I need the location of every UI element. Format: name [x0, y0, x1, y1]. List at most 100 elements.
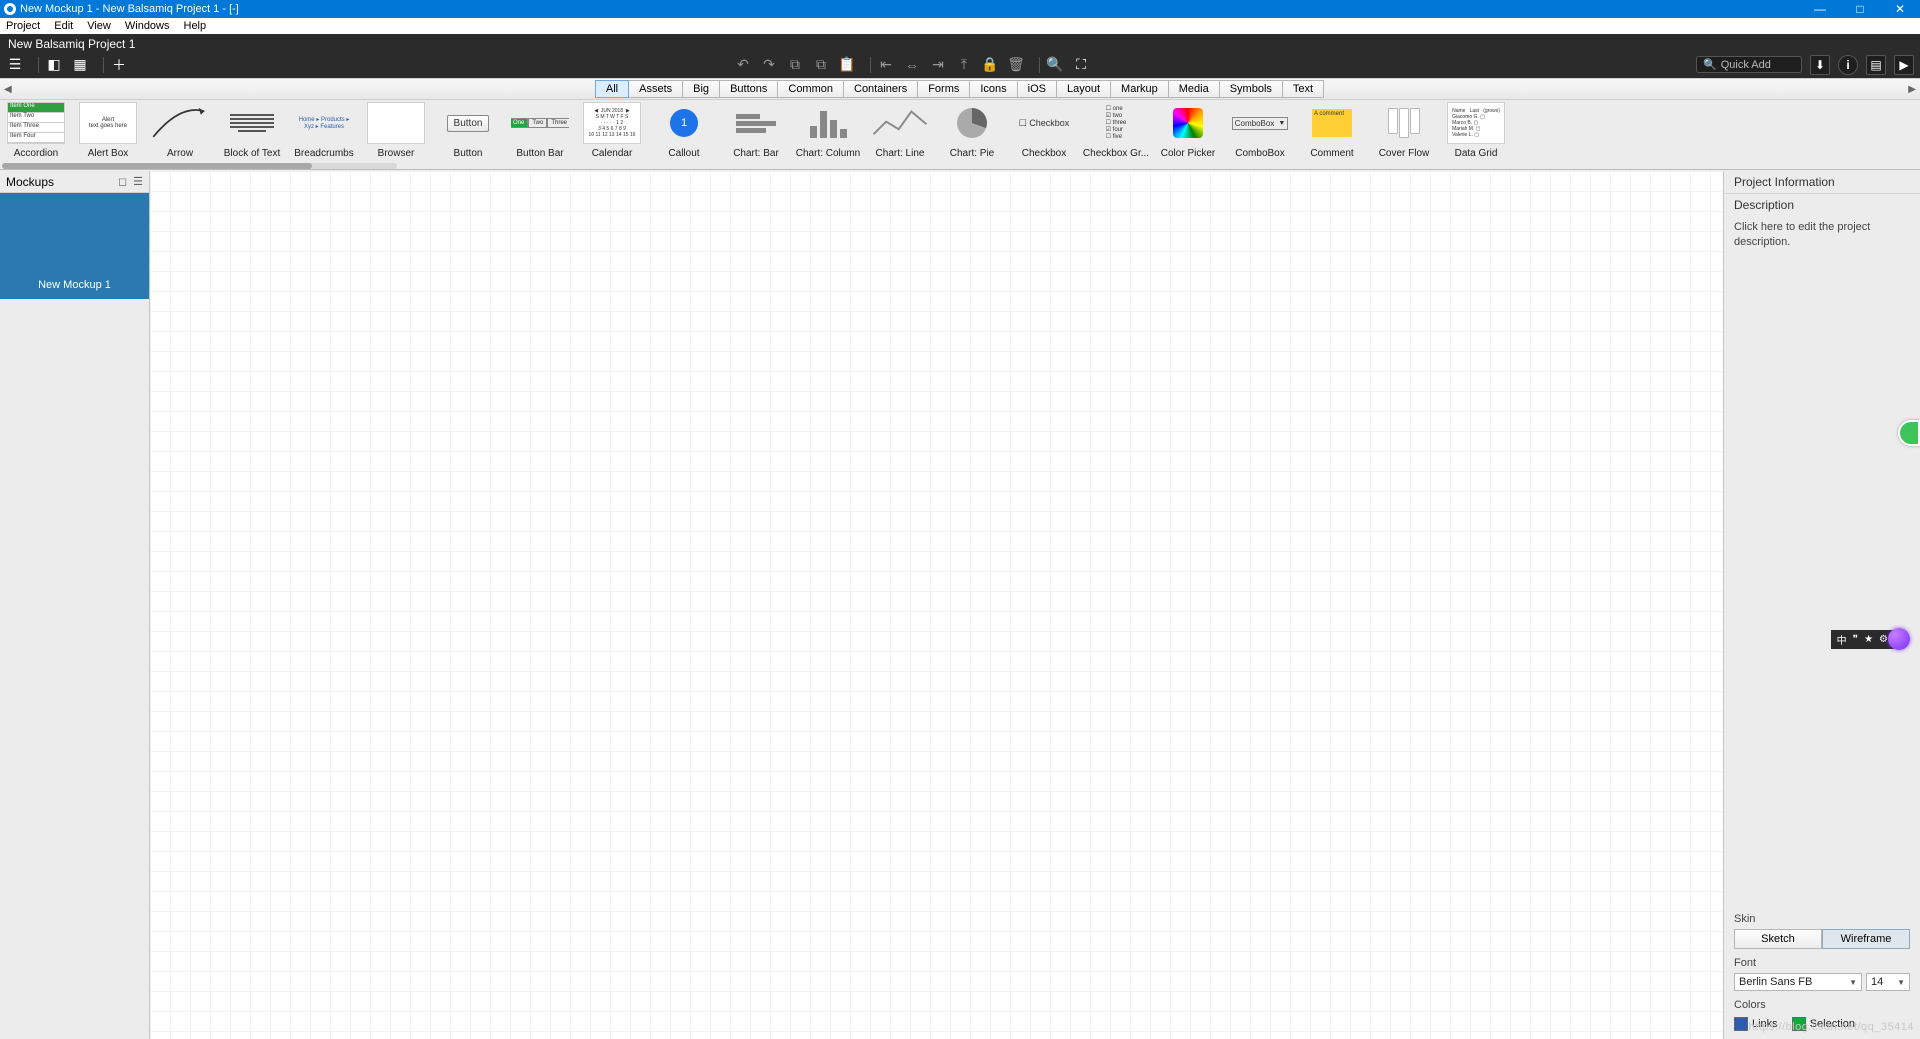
font-size-select[interactable]: 14 [1866, 973, 1910, 991]
panel-menu-icon[interactable]: ☰ [133, 175, 143, 188]
category-bar: ◀ All Assets Big Buttons Common Containe… [0, 78, 1920, 100]
quick-add-input[interactable]: 🔍 Quick Add [1696, 56, 1802, 73]
ui-library: Item OneItem TwoItem ThreeItem FourAccor… [0, 100, 1920, 170]
inspector-panel: Project Information Description Click he… [1724, 171, 1920, 1039]
add-mockup-icon[interactable]: ＋ [110, 56, 128, 74]
tab-icons[interactable]: Icons [969, 80, 1017, 98]
description-field[interactable]: Click here to edit the project descripti… [1724, 216, 1920, 258]
selection-color[interactable]: Selection [1792, 1017, 1855, 1031]
mockup-item[interactable]: New Mockup 1 [0, 193, 149, 299]
align-center-icon[interactable]: ⇔ [903, 56, 921, 74]
info-icon[interactable]: i [1838, 55, 1858, 75]
tab-media[interactable]: Media [1168, 80, 1220, 98]
floating-toolbar[interactable]: 中❞★⚙ [1831, 628, 1910, 650]
tab-common[interactable]: Common [777, 80, 844, 98]
copy-icon[interactable]: ⧉ [786, 56, 804, 74]
library-scrollbar[interactable] [2, 163, 397, 169]
tab-containers[interactable]: Containers [843, 80, 918, 98]
clipboard-icon[interactable]: 📋 [838, 56, 856, 74]
redo-icon[interactable]: ↷ [760, 56, 778, 74]
hamburger-icon[interactable]: ☰ [6, 56, 24, 74]
present-icon[interactable]: ▶ [1894, 55, 1914, 75]
tab-text[interactable]: Text [1282, 80, 1324, 98]
lib-chartline[interactable]: Chart: Line [864, 102, 936, 169]
lib-chartpie[interactable]: Chart: Pie [936, 102, 1008, 169]
lib-alertbox[interactable]: Alerttext goes hereAlert Box [72, 102, 144, 169]
lock-icon[interactable]: 🔒 [981, 56, 999, 74]
minimize-button[interactable]: — [1800, 0, 1840, 18]
undo-icon[interactable]: ↶ [734, 56, 752, 74]
export-icon[interactable]: ⬇ [1810, 55, 1830, 75]
tab-symbols[interactable]: Symbols [1219, 80, 1283, 98]
lib-combobox[interactable]: ComboBoxComboBox [1224, 102, 1296, 169]
menu-view[interactable]: View [87, 20, 111, 32]
links-color[interactable]: Links [1734, 1017, 1778, 1031]
app-icon [4, 3, 16, 15]
scroll-right-icon[interactable]: ▶ [1908, 84, 1916, 95]
align-left-icon[interactable]: ⇤ [877, 56, 895, 74]
fit-icon[interactable]: ⛶ [1072, 56, 1090, 74]
tab-assets[interactable]: Assets [628, 80, 683, 98]
lib-accordion[interactable]: Item OneItem TwoItem ThreeItem FourAccor… [0, 102, 72, 169]
font-family-select[interactable]: Berlin Sans FB [1734, 973, 1862, 991]
canvas[interactable] [150, 171, 1724, 1039]
paste-icon[interactable]: ⧉ [812, 56, 830, 74]
skin-sketch[interactable]: Sketch [1734, 929, 1822, 949]
separator [870, 57, 871, 73]
lib-buttonbar[interactable]: OneTwoThreeButton Bar [504, 102, 576, 169]
search-icon: 🔍 [1703, 58, 1717, 71]
quick-add-placeholder: Quick Add [1721, 59, 1771, 71]
menu-windows[interactable]: Windows [125, 20, 170, 32]
lib-comment[interactable]: A commentComment [1296, 102, 1368, 169]
trash-icon[interactable]: 🗑 [1007, 56, 1025, 74]
lib-checkbox[interactable]: ☐ CheckboxCheckbox [1008, 102, 1080, 169]
lib-blocktext[interactable]: Block of Text [216, 102, 288, 169]
menu-edit[interactable]: Edit [54, 20, 73, 32]
lib-calendar[interactable]: ◀ JUN 2018 ▶S M T W T F S· · · · · 1 23 … [576, 102, 648, 169]
lib-callout[interactable]: 1Callout [648, 102, 720, 169]
lib-chartbar[interactable]: Chart: Bar [720, 102, 792, 169]
grid-view-icon[interactable]: ▦ [71, 56, 89, 74]
skin-label: Skin [1734, 913, 1910, 925]
maximize-button[interactable]: □ [1840, 0, 1880, 18]
notes-icon[interactable]: ▤ [1866, 55, 1886, 75]
tab-layout[interactable]: Layout [1056, 80, 1111, 98]
lib-chartcolumn[interactable]: Chart: Column [792, 102, 864, 169]
tab-ios[interactable]: iOS [1017, 80, 1057, 98]
menu-help[interactable]: Help [184, 20, 207, 32]
tab-markup[interactable]: Markup [1110, 80, 1169, 98]
panels-view-icon[interactable]: ◧ [45, 56, 63, 74]
lib-checkboxgroup[interactable]: ☐ one☑ two☐ three☑ four☐ fiveCheckbox Gr… [1080, 102, 1152, 169]
lib-browser[interactable]: Browser [360, 102, 432, 169]
separator [38, 57, 39, 73]
skin-toggle: Sketch Wireframe [1734, 929, 1910, 949]
tab-all[interactable]: All [595, 80, 629, 98]
tab-buttons[interactable]: Buttons [719, 80, 778, 98]
titlebar: New Mockup 1 - New Balsamiq Project 1 - … [0, 0, 1920, 18]
lib-colorpicker[interactable]: Color Picker [1152, 102, 1224, 169]
scroll-left-icon[interactable]: ◀ [4, 84, 12, 95]
tab-big[interactable]: Big [682, 80, 720, 98]
colors-label: Colors [1734, 999, 1910, 1011]
close-button[interactable]: ✕ [1880, 0, 1920, 18]
lib-button[interactable]: ButtonButton [432, 102, 504, 169]
skin-wireframe[interactable]: Wireframe [1822, 929, 1910, 949]
align-right-icon[interactable]: ⇥ [929, 56, 947, 74]
lib-datagrid[interactable]: Name Last (grows)Giacomo G. ▢Marco B. ▢M… [1440, 102, 1512, 169]
panel-view-icon[interactable]: ◻ [118, 175, 127, 188]
lib-coverflow[interactable]: Cover Flow [1368, 102, 1440, 169]
project-bar: New Balsamiq Project 1 ☰ ◧ ▦ ＋ ↶ ↷ ⧉ ⧉ 📋… [0, 34, 1920, 78]
zoom-icon[interactable]: 🔍 [1046, 56, 1064, 74]
window-title: New Mockup 1 - New Balsamiq Project 1 - … [20, 3, 239, 15]
lib-breadcrumbs[interactable]: Home ▸ Products ▸ Xyz ▸ FeaturesBreadcru… [288, 102, 360, 169]
mockups-title: Mockups [6, 175, 54, 189]
assistant-orb-icon[interactable] [1888, 628, 1910, 650]
floating-badge-icon[interactable] [1898, 420, 1920, 446]
window-buttons: — □ ✕ [1800, 0, 1920, 18]
separator [1039, 57, 1040, 73]
tab-forms[interactable]: Forms [917, 80, 970, 98]
separator [103, 57, 104, 73]
lib-arrow[interactable]: Arrow [144, 102, 216, 169]
align-top-icon[interactable]: ⤒ [955, 56, 973, 74]
menu-project[interactable]: Project [6, 20, 40, 32]
